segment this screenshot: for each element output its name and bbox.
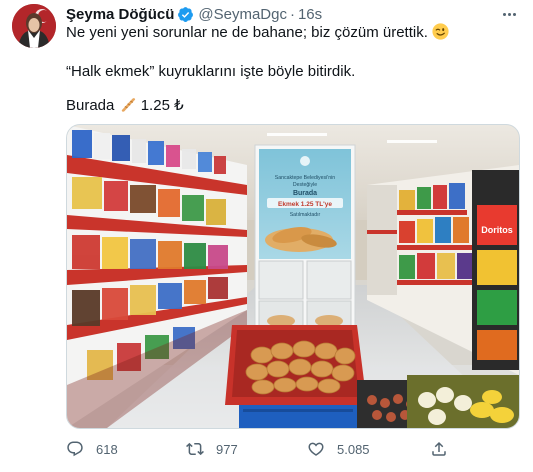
- timestamp[interactable]: 16s: [298, 6, 322, 23]
- tweet-text-1: Ne yeni yeni sorunlar ne de bahane; biz …: [66, 24, 428, 41]
- reply-count: 618: [96, 441, 118, 457]
- tweet-actions: 618 977 5.085: [66, 437, 520, 461]
- tweet[interactable]: Şeyma Döğücü @SeymaDgc · 16s Ne yeni yen…: [0, 0, 533, 472]
- sign-line-4: Ekmek 1.25 TL'ye: [278, 201, 332, 208]
- baguette-icon: [121, 98, 135, 112]
- retweet-icon: [186, 442, 204, 456]
- tweet-text-2: “Halk ekmek” kuyruklarını işte böyle bit…: [66, 63, 356, 80]
- heart-icon: [308, 442, 324, 456]
- tweet-text-line-3: Burada 1.25 ₺: [66, 95, 184, 116]
- share-icon: [432, 441, 446, 456]
- winking-face-icon: [432, 23, 449, 40]
- like-button[interactable]: 5.085: [307, 437, 370, 461]
- tweet-text-3: Burada: [66, 97, 115, 114]
- share-button[interactable]: [430, 437, 460, 461]
- tweet-text-line-1: Ne yeni yeni sorunlar ne de bahane; biz …: [66, 23, 449, 43]
- avatar[interactable]: [12, 4, 56, 48]
- price-text: 1.25 ₺: [140, 97, 184, 114]
- doritos-label: Doritos: [481, 225, 513, 235]
- reply-button[interactable]: 618: [66, 437, 118, 461]
- like-count: 5.085: [337, 441, 370, 457]
- sign-line-2: Desteğiyle: [293, 182, 317, 188]
- separator: ·: [289, 5, 295, 23]
- retweet-count: 977: [216, 441, 238, 457]
- handle[interactable]: @SeymaDgc: [198, 6, 287, 23]
- reply-icon: [67, 441, 83, 457]
- sign-line-3: Burada: [293, 190, 317, 197]
- sign-line-1: Sancaktepe Belediyesi'nin: [275, 175, 336, 181]
- display-name[interactable]: Şeyma Döğücü: [66, 6, 174, 23]
- tweet-photo[interactable]: Doritos Sancaktepe Belediyesi'nin Desteğ…: [66, 124, 520, 429]
- verified-badge-icon: [178, 6, 194, 22]
- more-icon[interactable]: [499, 6, 519, 22]
- tweet-header: Şeyma Döğücü @SeymaDgc · 16s: [66, 5, 322, 23]
- sign-line-5: Satılmaktadır: [290, 212, 321, 218]
- retweet-button[interactable]: 977: [186, 437, 238, 461]
